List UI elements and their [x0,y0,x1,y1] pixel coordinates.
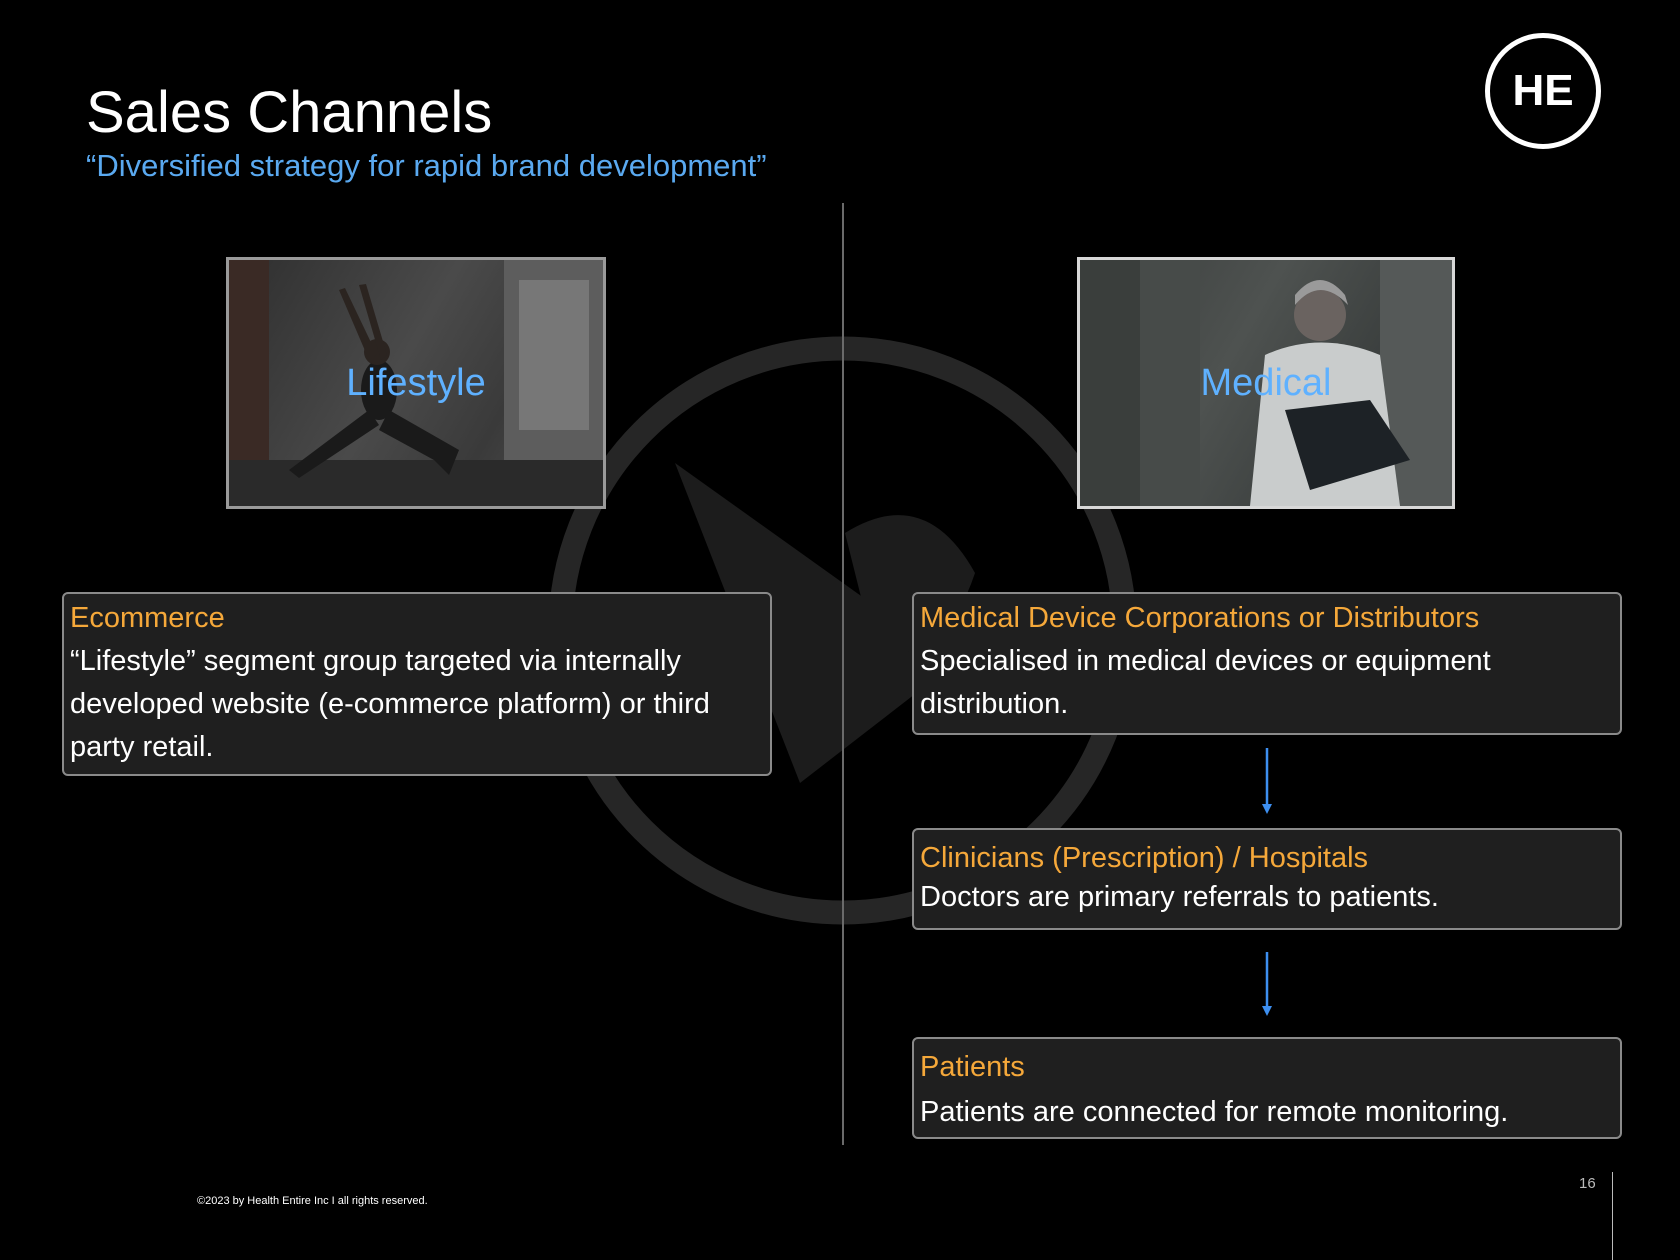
patients-description: Patients are connected for remote monito… [920,1096,1509,1128]
patients-title: Patients [920,1051,1025,1083]
medical-device-channel-box: Medical Device Corporations or Distribut… [912,592,1622,735]
lifestyle-photo: Lifestyle [226,257,606,509]
page-title: Sales Channels [86,80,493,145]
page-number-rule [1612,1172,1613,1260]
ecommerce-title: Ecommerce [70,602,225,634]
arrow-down-icon [1262,748,1272,814]
ecommerce-description: “Lifestyle” segment group targeted via i… [70,645,710,763]
arrow-down-icon [1262,952,1272,1016]
patients-channel-box: Patients Patients are connected for remo… [912,1037,1622,1139]
column-divider [842,203,844,1145]
medical-photo: Medical [1077,257,1455,509]
logo-text: HE [1512,66,1574,115]
page-subtitle: “Diversified strategy for rapid brand de… [86,148,767,183]
medical-device-title: Medical Device Corporations or Distribut… [920,602,1480,634]
lifestyle-photo-label: Lifestyle [346,361,486,404]
clinicians-channel-box: Clinicians (Prescription) / Hospitals Do… [912,828,1622,930]
clinicians-description: Doctors are primary referrals to patient… [920,881,1439,913]
medical-photo-label: Medical [1200,361,1332,404]
ecommerce-channel-box: Ecommerce “Lifestyle” segment group targ… [62,592,772,776]
copyright-footer: ©2023 by Health Entire Inc I all rights … [197,1195,428,1207]
medical-device-description: Specialised in medical devices or equipm… [920,645,1491,720]
he-logo-icon: HE [1485,33,1601,149]
page-number: 16 [1579,1175,1596,1192]
clinicians-title: Clinicians (Prescription) / Hospitals [920,842,1369,874]
